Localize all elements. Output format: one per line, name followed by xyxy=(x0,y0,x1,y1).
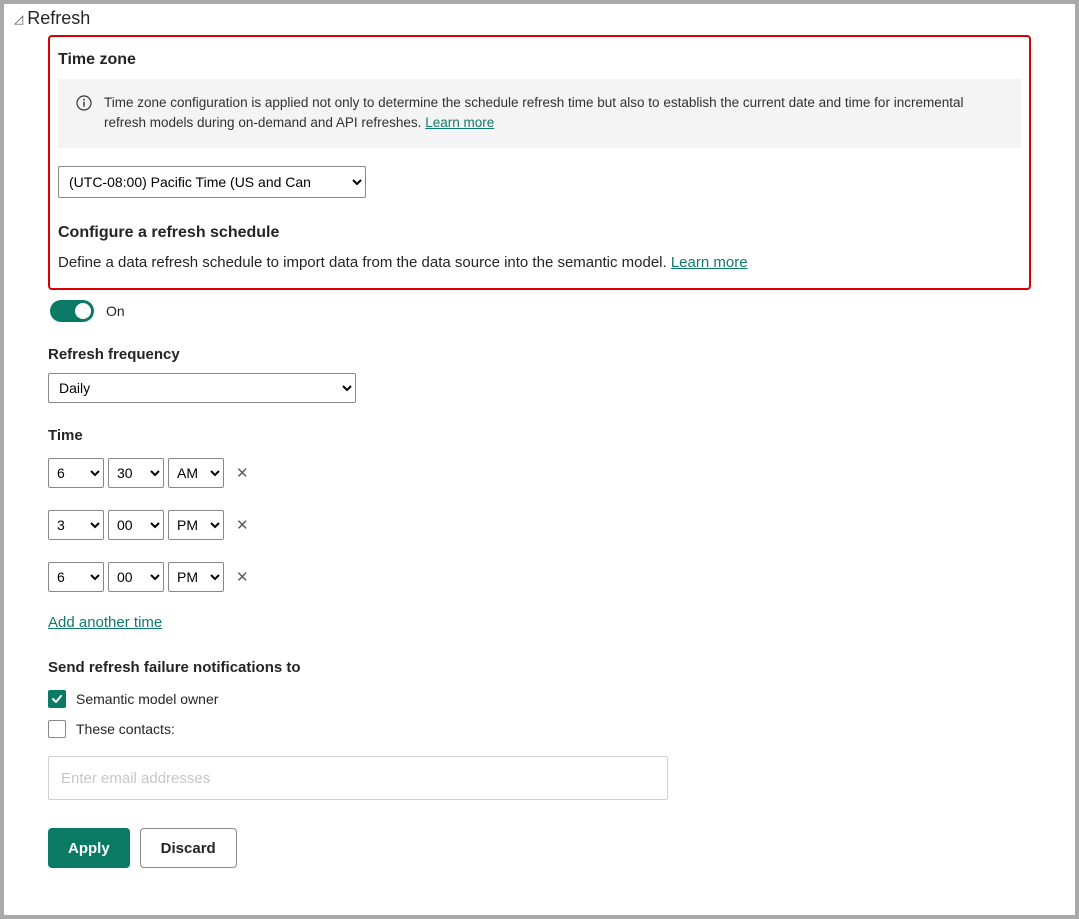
toggle-knob xyxy=(75,303,91,319)
schedule-toggle[interactable] xyxy=(50,300,94,322)
button-row: Apply Discard xyxy=(48,828,1031,868)
time-row-2: 6 00 PM ✕ xyxy=(48,562,1031,592)
timezone-info-banner: Time zone configuration is applied not o… xyxy=(58,79,1021,148)
add-time-link[interactable]: Add another time xyxy=(48,614,162,631)
info-text-container: Time zone configuration is applied not o… xyxy=(104,93,1003,134)
owner-checkbox-label: Semantic model owner xyxy=(76,691,218,707)
owner-checkbox-row: Semantic model owner xyxy=(48,690,1031,708)
time-hour-select[interactable]: 3 xyxy=(48,510,104,540)
email-input[interactable] xyxy=(48,756,668,800)
time-row-0: 6 30 AM ✕ xyxy=(48,458,1031,488)
notifications-label: Send refresh failure notifications to xyxy=(48,659,1031,676)
schedule-description-row: Define a data refresh schedule to import… xyxy=(58,252,1021,275)
contacts-checkbox[interactable] xyxy=(48,720,66,738)
callout-highlight: Time zone Time zone configuration is app… xyxy=(48,35,1031,290)
remove-time-icon[interactable]: ✕ xyxy=(232,462,253,484)
schedule-learn-more-link[interactable]: Learn more xyxy=(671,254,748,271)
time-minute-select[interactable]: 00 xyxy=(108,510,164,540)
timezone-select[interactable]: (UTC-08:00) Pacific Time (US and Can xyxy=(58,166,366,198)
time-row-1: 3 00 PM ✕ xyxy=(48,510,1031,540)
refresh-settings-panel: ◿ Refresh Time zone Time zone configurat… xyxy=(4,4,1075,915)
time-period-select[interactable]: AM xyxy=(168,458,224,488)
apply-button[interactable]: Apply xyxy=(48,828,130,868)
schedule-description: Define a data refresh schedule to import… xyxy=(58,254,671,271)
remove-time-icon[interactable]: ✕ xyxy=(232,514,253,536)
discard-button[interactable]: Discard xyxy=(140,828,237,868)
content-area: Time zone Time zone configuration is app… xyxy=(4,35,1075,888)
timezone-info-text: Time zone configuration is applied not o… xyxy=(104,95,963,130)
time-hour-select[interactable]: 6 xyxy=(48,458,104,488)
contacts-checkbox-row: These contacts: xyxy=(48,720,1031,738)
time-minute-select[interactable]: 00 xyxy=(108,562,164,592)
frequency-select[interactable]: Daily xyxy=(48,373,356,403)
contacts-checkbox-label: These contacts: xyxy=(76,721,175,737)
time-label: Time xyxy=(48,427,1031,444)
schedule-heading: Configure a refresh schedule xyxy=(58,224,1021,242)
section-title: Refresh xyxy=(27,8,90,29)
collapse-icon: ◿ xyxy=(14,12,23,26)
owner-checkbox[interactable] xyxy=(48,690,66,708)
time-period-select[interactable]: PM xyxy=(168,510,224,540)
toggle-label: On xyxy=(106,303,125,319)
timezone-label: Time zone xyxy=(58,51,1021,69)
remove-time-icon[interactable]: ✕ xyxy=(232,566,253,588)
timezone-learn-more-link[interactable]: Learn more xyxy=(425,115,494,130)
schedule-toggle-row: On xyxy=(48,300,1031,322)
frequency-label: Refresh frequency xyxy=(48,346,1031,363)
info-icon xyxy=(76,95,92,117)
time-hour-select[interactable]: 6 xyxy=(48,562,104,592)
time-period-select[interactable]: PM xyxy=(168,562,224,592)
section-header[interactable]: ◿ Refresh xyxy=(4,4,1075,35)
time-minute-select[interactable]: 30 xyxy=(108,458,164,488)
